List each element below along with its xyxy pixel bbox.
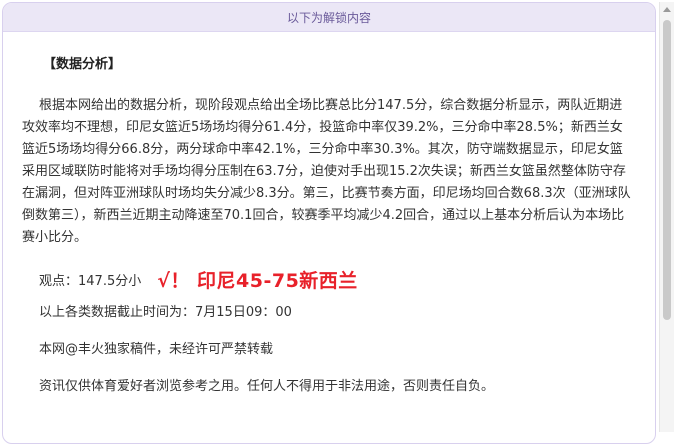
unlock-banner: 以下为解锁内容 [3,3,655,32]
article-content: 【数据分析】 根据本网给出的数据分析，现阶段观点给出全场比赛总比分147.5分，… [3,56,655,397]
data-deadline: 以上各类数据截止时间为：7月15日09：00 [39,305,292,320]
analysis-paragraph-text: 根据本网给出的数据分析，现阶段观点给出全场比赛总比分147.5分，综合数据分析显… [22,98,631,245]
prediction-result: √！ 印尼45-75新西兰 [157,269,358,292]
scrollbar-thumb[interactable] [663,20,671,320]
prediction-label: 观点： [39,273,79,289]
analysis-paragraph: 根据本网给出的数据分析，现阶段观点给出全场比赛总比分147.5分，综合数据分析显… [22,95,635,249]
prediction-row: 观点： 147.5分小 √！ 印尼45-75新西兰 [39,265,635,293]
vertical-scrollbar[interactable] [659,2,674,432]
section-title: 【数据分析】 [43,57,122,72]
scroll-up-arrow-icon[interactable] [663,7,671,12]
copyright-notice: 本网@丰火独家稿件，未经许可严禁转载 [39,342,274,357]
article-card: 以下为解锁内容 【数据分析】 根据本网给出的数据分析，现阶段观点给出全场比赛总比… [2,2,656,444]
unlock-banner-text: 以下为解锁内容 [286,10,371,25]
prediction-value: 147.5分小 [78,273,142,289]
disclaimer: 资讯仅供体育爱好者浏览参考之用。任何人不得用于非法用途，否则责任自负。 [39,379,495,394]
